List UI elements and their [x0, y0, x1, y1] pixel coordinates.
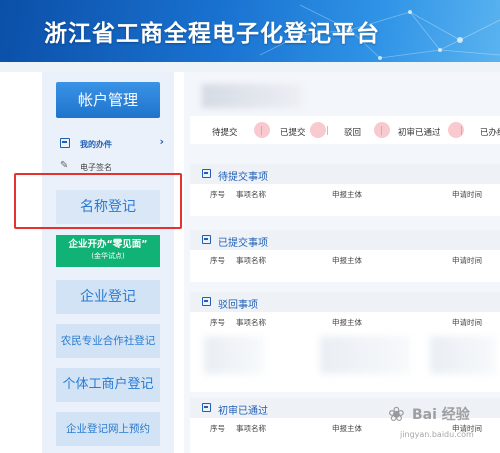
watermark-site: jingyan.baidu.com [400, 430, 474, 439]
section-title: 驳回事项 [218, 300, 258, 311]
document-icon [60, 138, 70, 148]
col-index: 序号 [210, 190, 225, 199]
col-applicant: 申报主体 [332, 318, 362, 327]
section-icon [202, 297, 211, 306]
tab-pending[interactable]: 待提交 [212, 126, 238, 138]
section-icon [202, 235, 211, 244]
farmer-coop-registration-button[interactable]: 农民专业合作社登记 [56, 324, 160, 358]
header-banner: 浙江省工商全程电子化登记平台 [0, 0, 500, 62]
sidebar-item-my-work[interactable]: 我的办件 › [56, 135, 164, 152]
tab-separator: | [260, 126, 263, 136]
zero-visit-button[interactable]: 企业开办“零见面” (金华试点) [56, 235, 160, 267]
redacted-row [204, 336, 264, 374]
col-applicant: 申报主体 [332, 190, 362, 199]
baidu-jingyan-watermark: ❀ Bai 经验 jingyan.baidu.com [380, 398, 500, 453]
col-index: 序号 [210, 256, 225, 265]
col-applicant: 申报主体 [332, 256, 362, 265]
section-pending: 待提交事项 序号 事项名称 申报主体 申请时间 [190, 164, 500, 216]
zero-visit-subtitle: (金华试点) [91, 252, 125, 260]
col-apply-time: 申请时间 [452, 318, 482, 327]
section-rejected: 驳回事项 序号 事项名称 申报主体 申请时间 [190, 292, 500, 392]
sidebar-item-label: 电子签名 [80, 163, 112, 172]
section-icon [202, 403, 211, 412]
sidebar: 帐户管理 我的办件 › ✎ 电子签名 名称登记 企业开办“零见面” (金华试点)… [42, 72, 174, 453]
watermark-brand: Bai 经验 [412, 407, 470, 423]
pen-icon: ✎ [60, 160, 69, 171]
section-title: 初审已通过 [218, 406, 268, 417]
column-header-row: 序号 事项名称 申报主体 申请时间 [190, 186, 500, 202]
col-item-name: 事项名称 [236, 424, 266, 433]
individual-business-registration-button[interactable]: 个体工商户登记 [56, 368, 160, 402]
section-icon [202, 169, 211, 178]
enterprise-registration-button[interactable]: 企业登记 [56, 280, 160, 314]
main-panel: 待提交 | 已提交 | 驳回 | 初审已通过 | 已办结 待提交事项 序号 事项… [184, 72, 500, 453]
section-submitted: 已提交事项 序号 事项名称 申报主体 申请时间 [190, 230, 500, 282]
tab-separator: | [326, 126, 329, 136]
column-header-row: 序号 事项名称 申报主体 申请时间 [190, 252, 500, 268]
header-subbar [0, 62, 500, 72]
chevron-right-icon: › [159, 135, 164, 148]
tab-separator: | [460, 126, 463, 136]
sidebar-item-label: 我的办件 [80, 140, 112, 149]
col-item-name: 事项名称 [236, 256, 266, 265]
blurred-header [202, 84, 302, 108]
tab-separator: | [380, 126, 383, 136]
redacted-row [320, 336, 410, 374]
count-badge [310, 122, 326, 138]
col-item-name: 事项名称 [236, 190, 266, 199]
col-index: 序号 [210, 318, 225, 327]
section-header: 待提交事项 [190, 164, 500, 184]
col-applicant: 申报主体 [332, 424, 362, 433]
section-title: 已提交事项 [218, 238, 268, 249]
section-title: 待提交事项 [218, 172, 268, 183]
sidebar-item-esign[interactable]: ✎ 电子签名 [56, 160, 164, 174]
col-apply-time: 申请时间 [452, 256, 482, 265]
col-apply-time: 申请时间 [452, 190, 482, 199]
tab-submitted[interactable]: 已提交 [280, 126, 306, 138]
redacted-row [430, 336, 496, 374]
account-management-button[interactable]: 帐户管理 [56, 82, 160, 118]
status-tab-bar: 待提交 | 已提交 | 驳回 | 初审已通过 | 已办结 [190, 116, 500, 144]
highlight-annotation [14, 173, 182, 229]
online-appointment-button[interactable]: 企业登记网上预约 [56, 412, 160, 446]
col-item-name: 事项名称 [236, 318, 266, 327]
paw-icon: ❀ [388, 402, 405, 426]
tab-completed[interactable]: 已办结 [480, 126, 500, 138]
tab-rejected[interactable]: 驳回 [344, 126, 361, 138]
zero-visit-title: 企业开办“零见面” [68, 239, 148, 250]
tab-preliminary-approved[interactable]: 初审已通过 [398, 126, 441, 138]
section-header: 已提交事项 [190, 230, 500, 250]
column-header-row: 序号 事项名称 申报主体 申请时间 [190, 314, 500, 330]
col-index: 序号 [210, 424, 225, 433]
section-header: 驳回事项 [190, 292, 500, 312]
platform-title: 浙江省工商全程电子化登记平台 [44, 21, 380, 47]
